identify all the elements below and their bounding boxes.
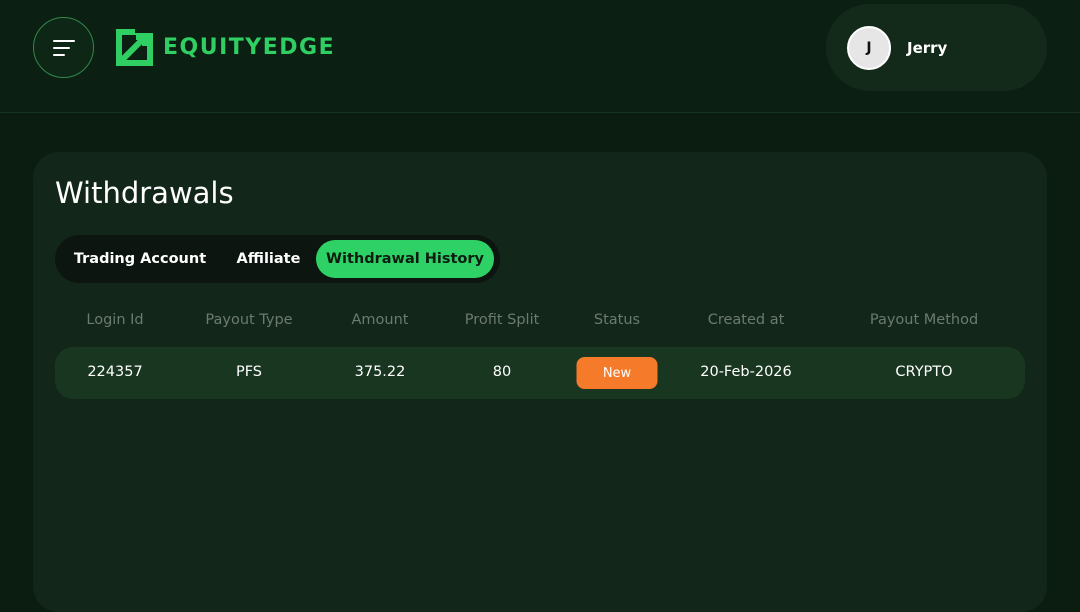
withdrawals-card: Withdrawals Trading Account Affiliate Wi… [33, 152, 1047, 612]
top-bar: EQUITYEDGE J Jerry [0, 0, 1080, 113]
column-header-payout-method[interactable]: Payout Method [870, 312, 978, 328]
table-row[interactable]: 224357 PFS 375.22 80 New 20-Feb-2026 CRY… [55, 347, 1025, 399]
column-header-amount[interactable]: Amount [352, 312, 409, 328]
column-header-login-id[interactable]: Login Id [86, 312, 143, 328]
column-header-created-at[interactable]: Created at [708, 312, 785, 328]
cell-profit-split: 80 [492, 364, 512, 380]
cell-payout-method: CRYPTO [895, 364, 953, 380]
tab-withdrawal-history[interactable]: Withdrawal History [316, 240, 494, 278]
brand-name: EQUITYEDGE [163, 34, 336, 60]
brand-logo[interactable]: EQUITYEDGE [116, 28, 335, 66]
equityedge-logo-icon [116, 28, 153, 66]
status-badge: New [576, 357, 658, 389]
page-title: Withdrawals [55, 176, 234, 210]
cell-created-at: 20-Feb-2026 [700, 364, 792, 380]
tab-bar: Trading Account Affiliate Withdrawal His… [55, 235, 500, 283]
cell-login-id: 224357 [87, 364, 143, 380]
tab-affiliate[interactable]: Affiliate [221, 240, 316, 278]
column-header-profit-split[interactable]: Profit Split [465, 312, 540, 328]
table-header: Login Id Payout Type Amount Profit Split… [55, 312, 1025, 336]
user-name: Jerry [907, 38, 948, 57]
tab-trading-account[interactable]: Trading Account [59, 240, 221, 278]
avatar-initial: J [866, 39, 872, 56]
user-menu[interactable]: J Jerry [826, 4, 1047, 91]
column-header-status[interactable]: Status [594, 312, 640, 328]
avatar: J [847, 25, 891, 70]
cell-amount: 375.22 [354, 364, 406, 380]
cell-payout-type: PFS [235, 364, 263, 380]
menu-button[interactable] [33, 17, 94, 78]
column-header-payout-type[interactable]: Payout Type [205, 312, 292, 328]
hamburger-icon [52, 39, 75, 56]
